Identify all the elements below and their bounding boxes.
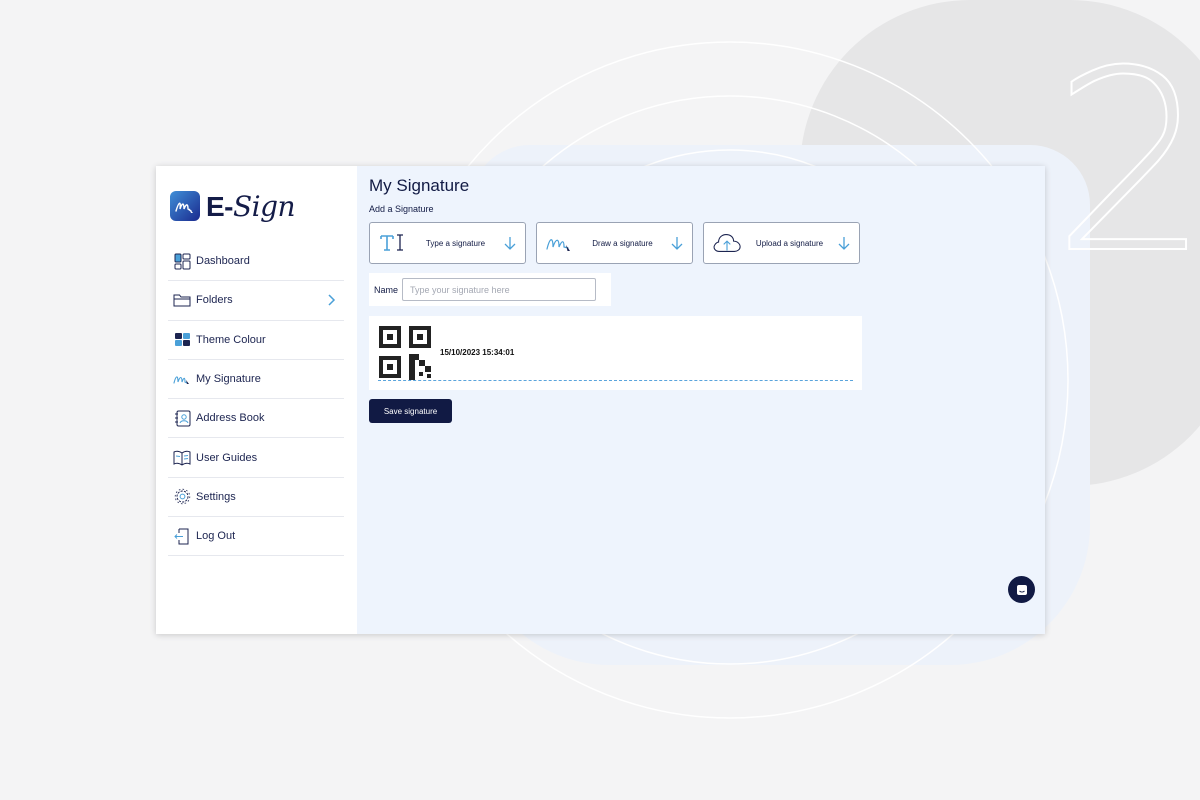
type-text-icon <box>378 230 408 256</box>
signature-logo-icon <box>170 191 200 221</box>
signature-baseline <box>378 380 853 381</box>
main-content: My Signature Add a Signature Type a sign… <box>357 166 1045 634</box>
option-label: Type a signature <box>425 238 486 248</box>
qr-code-icon <box>379 326 431 380</box>
logo-text-prefix: E- <box>206 190 234 222</box>
page-title: My Signature <box>369 176 470 195</box>
logo-text-suffix: Sign <box>233 189 296 223</box>
sidebar-item-address-book[interactable]: Address Book <box>168 399 344 439</box>
signature-preview: 15/10/2023 15:34:01 <box>369 316 862 390</box>
sidebar-item-theme-colour[interactable]: Theme Colour <box>168 321 344 360</box>
name-label: Name <box>374 284 399 295</box>
sidebar-item-label: Dashboard <box>196 255 250 268</box>
chat-icon <box>1016 584 1027 595</box>
palette-icon <box>173 331 191 349</box>
logo-text: E-Sign <box>206 189 296 223</box>
arrow-down-icon <box>503 235 517 251</box>
signature-name-input[interactable] <box>402 278 597 301</box>
sidebar-item-label: Theme Colour <box>196 333 266 346</box>
sidebar-item-my-signature[interactable]: My Signature <box>168 360 344 400</box>
chevron-right-icon[interactable] <box>324 293 338 307</box>
sidebar-item-label: Address Book <box>196 412 265 425</box>
arrow-down-icon <box>670 235 684 251</box>
sidebar-item-label: My Signature <box>196 373 261 386</box>
draw-signature-button[interactable]: Draw a signature <box>536 222 693 264</box>
folder-icon <box>173 291 191 309</box>
sidebar-item-label: User Guides <box>196 451 258 464</box>
sidebar-item-user-guides[interactable]: User Guides <box>168 438 344 478</box>
signature-options: Type a signature Draw a signature Upload… <box>369 222 1045 264</box>
book-icon <box>173 449 191 467</box>
signature-icon <box>173 370 191 388</box>
signature-timestamp: 15/10/2023 15:34:01 <box>440 348 515 357</box>
cloud-upload-icon <box>712 230 742 256</box>
sidebar-item-label: Log Out <box>196 530 236 543</box>
step-number: 2 <box>1051 17 1200 308</box>
sidebar-item-folders[interactable]: Folders <box>168 281 344 321</box>
name-field-row: Name <box>369 273 611 306</box>
sidebar-item-settings[interactable]: Settings <box>168 478 344 518</box>
sidebar: E-Sign Dashboard Folders Theme Colour My… <box>156 166 357 634</box>
save-signature-button[interactable]: Save signature <box>369 399 452 423</box>
option-label: Upload a signature <box>755 238 824 248</box>
section-subtitle: Add a Signature <box>369 204 434 214</box>
logo[interactable]: E-Sign <box>170 188 357 224</box>
logout-icon <box>173 527 191 545</box>
upload-signature-button[interactable]: Upload a signature <box>703 222 860 264</box>
draw-signature-icon <box>545 230 575 256</box>
option-label: Draw a signature <box>592 238 653 248</box>
type-signature-button[interactable]: Type a signature <box>369 222 526 264</box>
sidebar-item-dashboard[interactable]: Dashboard <box>168 242 344 282</box>
sidebar-nav: Dashboard Folders Theme Colour My Signat… <box>168 242 344 557</box>
chat-button[interactable] <box>1008 576 1035 603</box>
sidebar-item-label: Folders <box>196 294 233 307</box>
address-book-icon <box>173 409 191 427</box>
sidebar-item-log-out[interactable]: Log Out <box>168 517 344 557</box>
arrow-down-icon <box>837 235 851 251</box>
dashboard-icon <box>173 252 191 270</box>
app-window: E-Sign Dashboard Folders Theme Colour My… <box>156 166 1045 634</box>
gear-icon <box>173 488 191 506</box>
sidebar-item-label: Settings <box>196 490 236 503</box>
